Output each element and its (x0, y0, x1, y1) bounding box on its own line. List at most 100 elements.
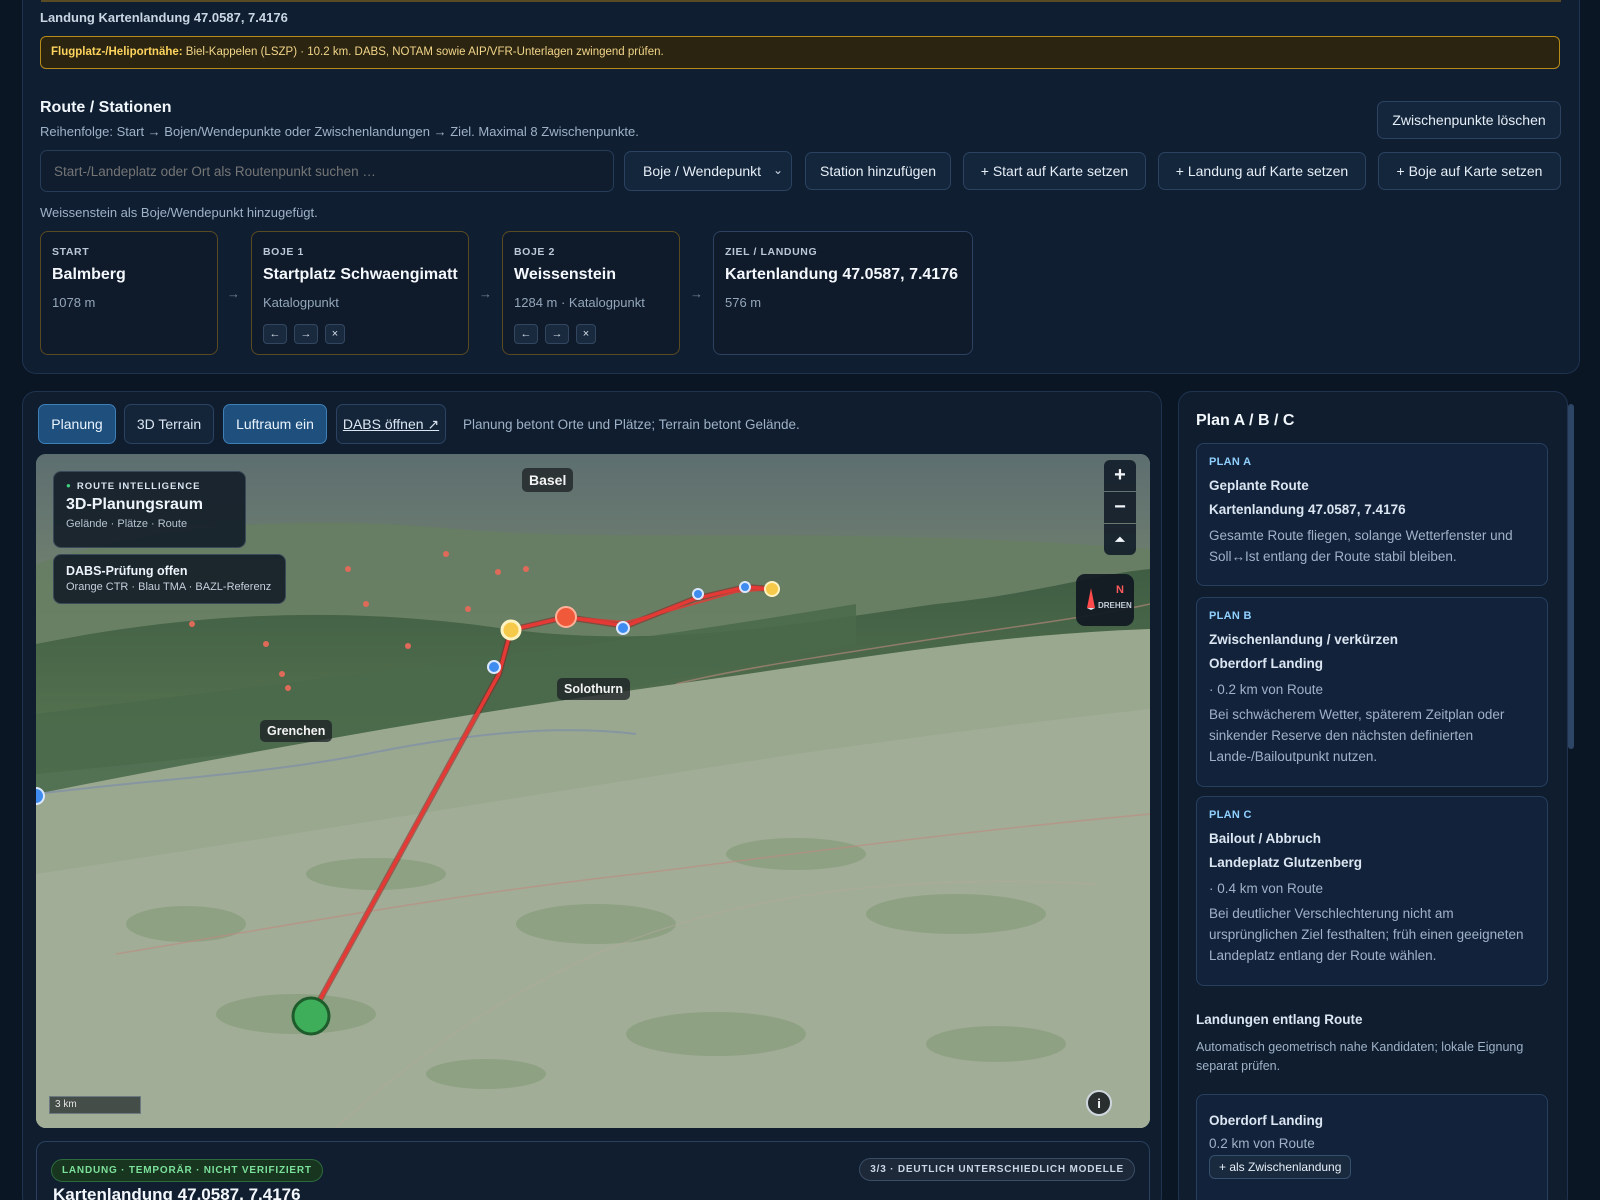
remove-station-button[interactable]: × (325, 324, 345, 344)
route-status-message: Weissenstein als Boje/Wendepunkt hinzuge… (40, 205, 318, 220)
tab-planning[interactable]: Planung (38, 404, 116, 444)
tab-3d-terrain[interactable]: 3D Terrain (124, 404, 214, 444)
open-dabs-link[interactable]: DABS öffnen ↗ (336, 404, 446, 444)
plan-heading: Zwischenlandung / verkürzen (1209, 632, 1399, 647)
plan-panel: Plan A / B / C PLAN A Geplante Route Kar… (1178, 391, 1568, 1200)
poi-marker (487, 660, 501, 674)
landing-status-badge: LANDUNG · TEMPORÄR · NICHT VERIFIZIERT (51, 1159, 323, 1182)
plan-c-card: PLAN C Bailout / Abbruch Landeplatz Glut… (1196, 796, 1548, 986)
landings-heading: Landungen entlang Route (1196, 1012, 1363, 1027)
station-name: Balmberg (52, 266, 126, 283)
landing-summary: Landung Kartenlandung 47.0587, 7.4176 (40, 10, 288, 25)
landing-title: Kartenlandung 47.0587, 7.4176 (53, 1185, 301, 1200)
station-meta: Katalogpunkt (263, 295, 339, 310)
route-title: Route / Stationen (40, 99, 172, 116)
dabs-legend: Orange CTR · Blau TMA · BAZL-Referenz (66, 581, 272, 593)
landing-candidate-name: Oberdorf Landing (1209, 1113, 1323, 1128)
warning-label: Flugplatz-/Heliportnähe: (51, 46, 183, 58)
zoom-in-button[interactable]: + (1104, 460, 1136, 491)
start-marker (291, 996, 331, 1036)
station-card-destination[interactable]: ZIEL / LANDUNG Kartenlandung 47.0587, 7.… (713, 231, 973, 355)
route-search-input[interactable] (40, 150, 614, 192)
plan-text: Bei deutlicher Verschlechterung nicht am… (1209, 906, 1524, 963)
dabs-title: DABS-Prüfung offen (66, 564, 188, 578)
landing-marker (764, 581, 780, 597)
chevron-down-icon: ⌄ (772, 163, 783, 177)
map-canvas[interactable]: ROUTE INTELLIGENCE 3D-Planungsraum Gelän… (36, 454, 1150, 1128)
route-subtitle: Reihenfolge: Start → Bojen/Wendepunkte o… (40, 124, 639, 139)
station-kicker: ZIEL / LANDUNG (725, 246, 818, 258)
place-label-grenchen: Grenchen (260, 720, 333, 742)
station-card-start[interactable]: START Balmberg 1078 m (40, 231, 218, 355)
station-name: Weissenstein (514, 266, 616, 283)
move-left-button[interactable]: ← (514, 324, 538, 344)
landing-candidate-card: Oberdorf Landing 0.2 km von Route + als … (1196, 1094, 1548, 1200)
plan-distance: · 0.2 km von Route (1209, 682, 1324, 697)
station-type-select[interactable]: Boje / Wendepunkt ⌄ (624, 151, 792, 191)
place-label-basel: Basel (522, 468, 574, 492)
plan-b-card: PLAN B Zwischenlandung / verkürzen Oberd… (1196, 597, 1548, 787)
set-landing-on-map-button[interactable]: + Landung auf Karte setzen (1158, 152, 1366, 190)
station-card-buoy-1[interactable]: BOJE 1 Startplatz Schwaengimatt Katalogp… (251, 231, 469, 355)
landing-detail-card: LANDUNG · TEMPORÄR · NICHT VERIFIZIERT 3… (36, 1141, 1150, 1200)
poi-marker (36, 787, 45, 805)
warning-text: Biel-Kappelen (LSZP) · 10.2 km. DABS, NO… (182, 46, 664, 58)
overlay-kicker: ROUTE INTELLIGENCE (66, 481, 233, 492)
move-left-button[interactable]: ← (263, 324, 287, 344)
plan-target: Oberdorf Landing (1209, 656, 1323, 671)
poi-marker (616, 621, 630, 635)
compass-rotate-label: DREHEN (1098, 601, 1132, 610)
set-start-on-map-button[interactable]: + Start auf Karte setzen (963, 152, 1146, 190)
dabs-check-panel: DABS-Prüfung offen Orange CTR · Blau TMA… (53, 554, 286, 604)
plan-target: Landeplatz Glutzenberg (1209, 855, 1363, 870)
move-right-button[interactable]: → (294, 324, 318, 344)
plan-panel-scrollbar[interactable] (1568, 404, 1574, 749)
zoom-out-button[interactable]: − (1104, 492, 1136, 523)
plan-kicker: PLAN A (1209, 456, 1252, 468)
plan-a-card: PLAN A Geplante Route Kartenlandung 47.0… (1196, 443, 1548, 586)
compass-north-label: N (1116, 584, 1124, 596)
landings-note: Automatisch geometrisch nahe Kandidaten;… (1196, 1040, 1524, 1073)
landing-candidate-distance: 0.2 km von Route (1209, 1136, 1315, 1151)
remove-station-button[interactable]: × (576, 324, 596, 344)
station-card-buoy-2[interactable]: BOJE 2 Weissenstein 1284 m · Katalogpunk… (502, 231, 680, 355)
move-right-button[interactable]: → (545, 324, 569, 344)
add-station-button[interactable]: Station hinzufügen (805, 152, 951, 190)
plan-kicker: PLAN B (1209, 610, 1252, 622)
route-intelligence-panel: ROUTE INTELLIGENCE 3D-Planungsraum Gelän… (53, 471, 246, 548)
clear-waypoints-button[interactable]: Zwischenpunkte löschen (1377, 101, 1561, 139)
map-scale-bar: 3 km (49, 1096, 141, 1114)
set-buoy-on-map-button[interactable]: + Boje auf Karte setzen (1378, 152, 1561, 190)
info-icon[interactable]: i (1086, 1090, 1112, 1116)
station-name: Kartenlandung 47.0587, 7.4176 (725, 266, 958, 283)
station-kicker: BOJE 1 (263, 246, 304, 258)
overlay-subtitle: Gelände · Plätze · Route (66, 518, 188, 530)
plan-heading: Bailout / Abbruch (1209, 831, 1321, 846)
place-label-solothurn: Solothurn (557, 678, 631, 700)
plan-distance: · 0.4 km von Route (1209, 881, 1324, 896)
route-arrow-icon: → (690, 286, 703, 301)
plan-panel-title: Plan A / B / C (1196, 412, 1295, 429)
route-arrow-icon: → (479, 286, 492, 301)
plan-kicker: PLAN C (1209, 809, 1252, 821)
map-mode-note: Planung betont Orte und Plätze; Terrain … (463, 417, 800, 432)
station-kicker: START (52, 246, 90, 258)
station-meta: 1284 m · Katalogpunkt (514, 295, 645, 310)
model-agreement-badge: 3/3 · DEUTLICH UNTERSCHIEDLICH MODELLE (859, 1158, 1135, 1181)
plan-text: Gesamte Route fliegen, solange Wetterfen… (1209, 528, 1513, 564)
station-name: Startplatz Schwaengimatt (263, 266, 458, 283)
buoy-marker (500, 619, 522, 641)
overlay-title: 3D-Planungsraum (66, 496, 203, 513)
tilt-icon[interactable]: ⏶ (1104, 524, 1136, 555)
route-arrow-icon: → (227, 286, 240, 301)
station-type-value: Boje / Wendepunkt (643, 163, 762, 179)
buoy-marker (555, 606, 577, 628)
plan-heading: Geplante Route (1209, 478, 1309, 493)
add-as-intermediate-landing-button[interactable]: + als Zwischenlandung (1209, 1155, 1352, 1179)
toggle-airspace[interactable]: Luftraum ein (223, 404, 327, 444)
station-meta: 576 m (725, 295, 762, 310)
poi-marker (739, 581, 751, 593)
airfield-warning: Flugplatz-/Heliportnähe: Biel-Kappelen (… (40, 36, 1560, 69)
compass-button[interactable]: N DREHEN (1076, 574, 1134, 626)
station-meta: 1078 m (52, 295, 96, 310)
